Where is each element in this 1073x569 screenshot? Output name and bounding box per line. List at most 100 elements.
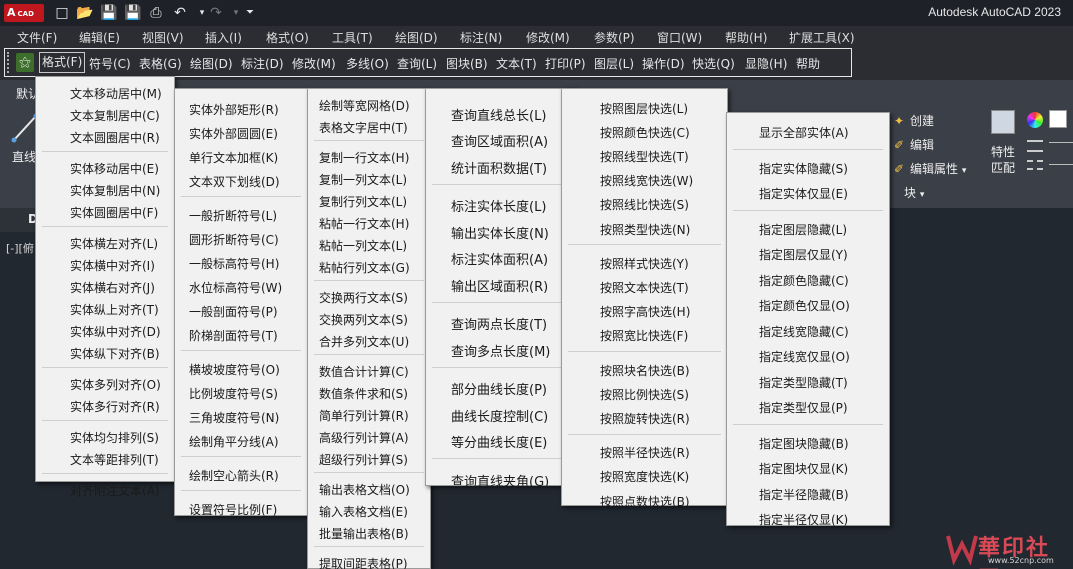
block-edit-button[interactable]: ✐ 编辑: [894, 136, 934, 153]
menu-item[interactable]: 部分曲线长度(P): [426, 374, 576, 401]
menu-item[interactable]: 文本等距排列(T): [36, 447, 174, 469]
menu-item[interactable]: 水位标高符号(W): [175, 274, 307, 298]
lineweight-select[interactable]: [1049, 142, 1073, 152]
menu-item[interactable]: 输出表格文档(O): [308, 477, 430, 499]
menu-insert[interactable]: 插入(I): [205, 29, 242, 46]
menu-item[interactable]: 按照字高快选(H): [562, 299, 727, 323]
tb-draw[interactable]: 绘图(D): [190, 55, 233, 72]
color-swatch[interactable]: [1049, 110, 1067, 128]
menu-item[interactable]: 一般折断符号(L): [175, 202, 307, 226]
menu-item[interactable]: 按照样式快选(Y): [562, 250, 727, 274]
tb-block[interactable]: 图块(B): [446, 55, 488, 72]
menu-item[interactable]: 数值合计计算(C): [308, 359, 430, 381]
menu-format[interactable]: 格式(O): [266, 29, 309, 46]
menu-item[interactable]: 按照线宽快选(W): [562, 168, 727, 192]
tb-table[interactable]: 表格(G): [139, 55, 182, 72]
menu-item[interactable]: 按照旋转快选(R): [562, 405, 727, 429]
menu-item[interactable]: 绘制空心箭头(R): [175, 462, 307, 486]
tb-text[interactable]: 文本(T): [496, 55, 537, 72]
menu-item[interactable]: 指定图层仅显(Y): [727, 241, 889, 267]
menu-item[interactable]: 三角坡度符号(N): [175, 404, 307, 428]
menu-item[interactable]: 交换两行文本(S): [308, 285, 430, 307]
menu-item[interactable]: 查询两点长度(T): [426, 309, 576, 336]
menu-item[interactable]: 按照文本快选(T): [562, 274, 727, 298]
menu-item[interactable]: 一般标高符号(H): [175, 250, 307, 274]
new-icon[interactable]: □: [54, 5, 70, 21]
menu-item[interactable]: 按照块名快选(B): [562, 357, 727, 381]
menu-parametric[interactable]: 参数(P): [594, 29, 635, 46]
menu-item[interactable]: 合并多列文本(U): [308, 329, 430, 351]
menu-item[interactable]: 按照图层快选(L): [562, 95, 727, 119]
document-tab[interactable]: D: [0, 208, 40, 232]
menu-item[interactable]: 绘制等宽网格(D): [308, 93, 430, 115]
menu-item[interactable]: 绘制角平分线(A): [175, 428, 307, 452]
undo-icon[interactable]: ↶: [172, 5, 188, 21]
tb-print[interactable]: 打印(P): [545, 55, 586, 72]
menu-item[interactable]: 指定颜色隐藏(C): [727, 267, 889, 293]
toolbar-grip[interactable]: [7, 52, 14, 73]
menu-item[interactable]: 阶梯剖面符号(T): [175, 322, 307, 346]
menu-item[interactable]: 按照半径快选(R): [562, 440, 727, 464]
menu-item[interactable]: 指定实体仅显(E): [727, 180, 889, 206]
menu-item[interactable]: 按照宽比快选(F): [562, 323, 727, 347]
menu-item[interactable]: 复制一行文本(H): [308, 145, 430, 167]
menu-edit[interactable]: 编辑(E): [79, 29, 120, 46]
linetype-select[interactable]: [1049, 164, 1073, 174]
open-icon[interactable]: 📂: [76, 5, 93, 21]
print-icon[interactable]: ⎙: [148, 5, 164, 21]
tb-dimension[interactable]: 标注(D): [241, 55, 284, 72]
menu-item[interactable]: 文本复制居中(C): [36, 103, 174, 125]
menu-item[interactable]: 实体纵下对齐(B): [36, 341, 174, 363]
menu-item[interactable]: 复制一列文本(L): [308, 167, 430, 189]
menu-item[interactable]: 实体外部矩形(R): [175, 96, 307, 120]
menu-item[interactable]: 实体多列对齐(O): [36, 372, 174, 394]
color-wheel-icon[interactable]: [1027, 112, 1043, 128]
menu-item[interactable]: 交换两列文本(S): [308, 307, 430, 329]
menu-item[interactable]: 设置符号比例(F): [175, 496, 307, 520]
menu-item[interactable]: 指定图块隐藏(B): [727, 430, 889, 456]
menu-item[interactable]: 指定线宽仅显(O): [727, 343, 889, 369]
viewport-controls[interactable]: [-][俯: [6, 240, 34, 256]
menu-item[interactable]: 按照线型快选(T): [562, 143, 727, 167]
menu-item[interactable]: 简单行列计算(R): [308, 403, 430, 425]
menu-dimension[interactable]: 标注(N): [460, 29, 502, 46]
menu-item[interactable]: 比例坡度符号(S): [175, 380, 307, 404]
app-logo[interactable]: A CAD: [4, 4, 44, 22]
menu-item[interactable]: 复制行列文本(L): [308, 189, 430, 211]
menu-item[interactable]: 输出实体长度(N): [426, 217, 576, 244]
menu-help[interactable]: 帮助(H): [725, 29, 767, 46]
menu-item[interactable]: 统计面积数据(T): [426, 152, 576, 179]
menu-item[interactable]: 横坡坡度符号(O): [175, 356, 307, 380]
menu-view[interactable]: 视图(V): [142, 29, 184, 46]
menu-item[interactable]: 实体纵上对齐(T): [36, 297, 174, 319]
menu-item[interactable]: 超级行列计算(S): [308, 447, 430, 469]
menu-item[interactable]: 指定颜色仅显(O): [727, 292, 889, 318]
menu-item[interactable]: 实体移动居中(E): [36, 156, 174, 178]
menu-item[interactable]: 查询直线夹角(G): [426, 465, 576, 492]
menu-tools[interactable]: 工具(T): [332, 29, 373, 46]
menu-item[interactable]: 批量输出表格(B): [308, 521, 430, 543]
tb-quickselect[interactable]: 快选(Q): [692, 55, 735, 72]
menu-item[interactable]: 实体均匀排列(S): [36, 425, 174, 447]
tb-layer[interactable]: 图层(L): [594, 55, 634, 72]
match-properties-icon[interactable]: [991, 110, 1015, 134]
menu-item[interactable]: 显示全部实体(A): [727, 119, 889, 145]
menu-item[interactable]: 单行文本加框(K): [175, 144, 307, 168]
menu-item[interactable]: 等分曲线长度(E): [426, 427, 576, 454]
menu-item[interactable]: 实体多行对齐(R): [36, 394, 174, 416]
tb-help[interactable]: 帮助: [796, 55, 820, 72]
block-edit-attr-button[interactable]: ✐ 编辑属性 ▾: [894, 160, 966, 177]
linetype-icon[interactable]: [1027, 160, 1043, 170]
menu-item[interactable]: 实体圆圈居中(F): [36, 200, 174, 222]
menu-extensions[interactable]: 扩展工具(X): [789, 29, 855, 46]
save-as-icon[interactable]: 💾: [124, 5, 141, 21]
tb-symbol[interactable]: 符号(C): [89, 55, 131, 72]
menu-item[interactable]: 文本双下划线(D): [175, 168, 307, 192]
lineweight-icon[interactable]: [1027, 140, 1043, 152]
save-icon[interactable]: 💾: [100, 5, 117, 21]
menu-item[interactable]: 指定半径隐藏(B): [727, 481, 889, 507]
menu-item[interactable]: 按照点数快选(B): [562, 488, 727, 512]
menu-item[interactable]: 指定半径仅显(K): [727, 506, 889, 532]
menu-draw[interactable]: 绘图(D): [395, 29, 438, 46]
menu-item[interactable]: 按照类型快选(N): [562, 216, 727, 240]
